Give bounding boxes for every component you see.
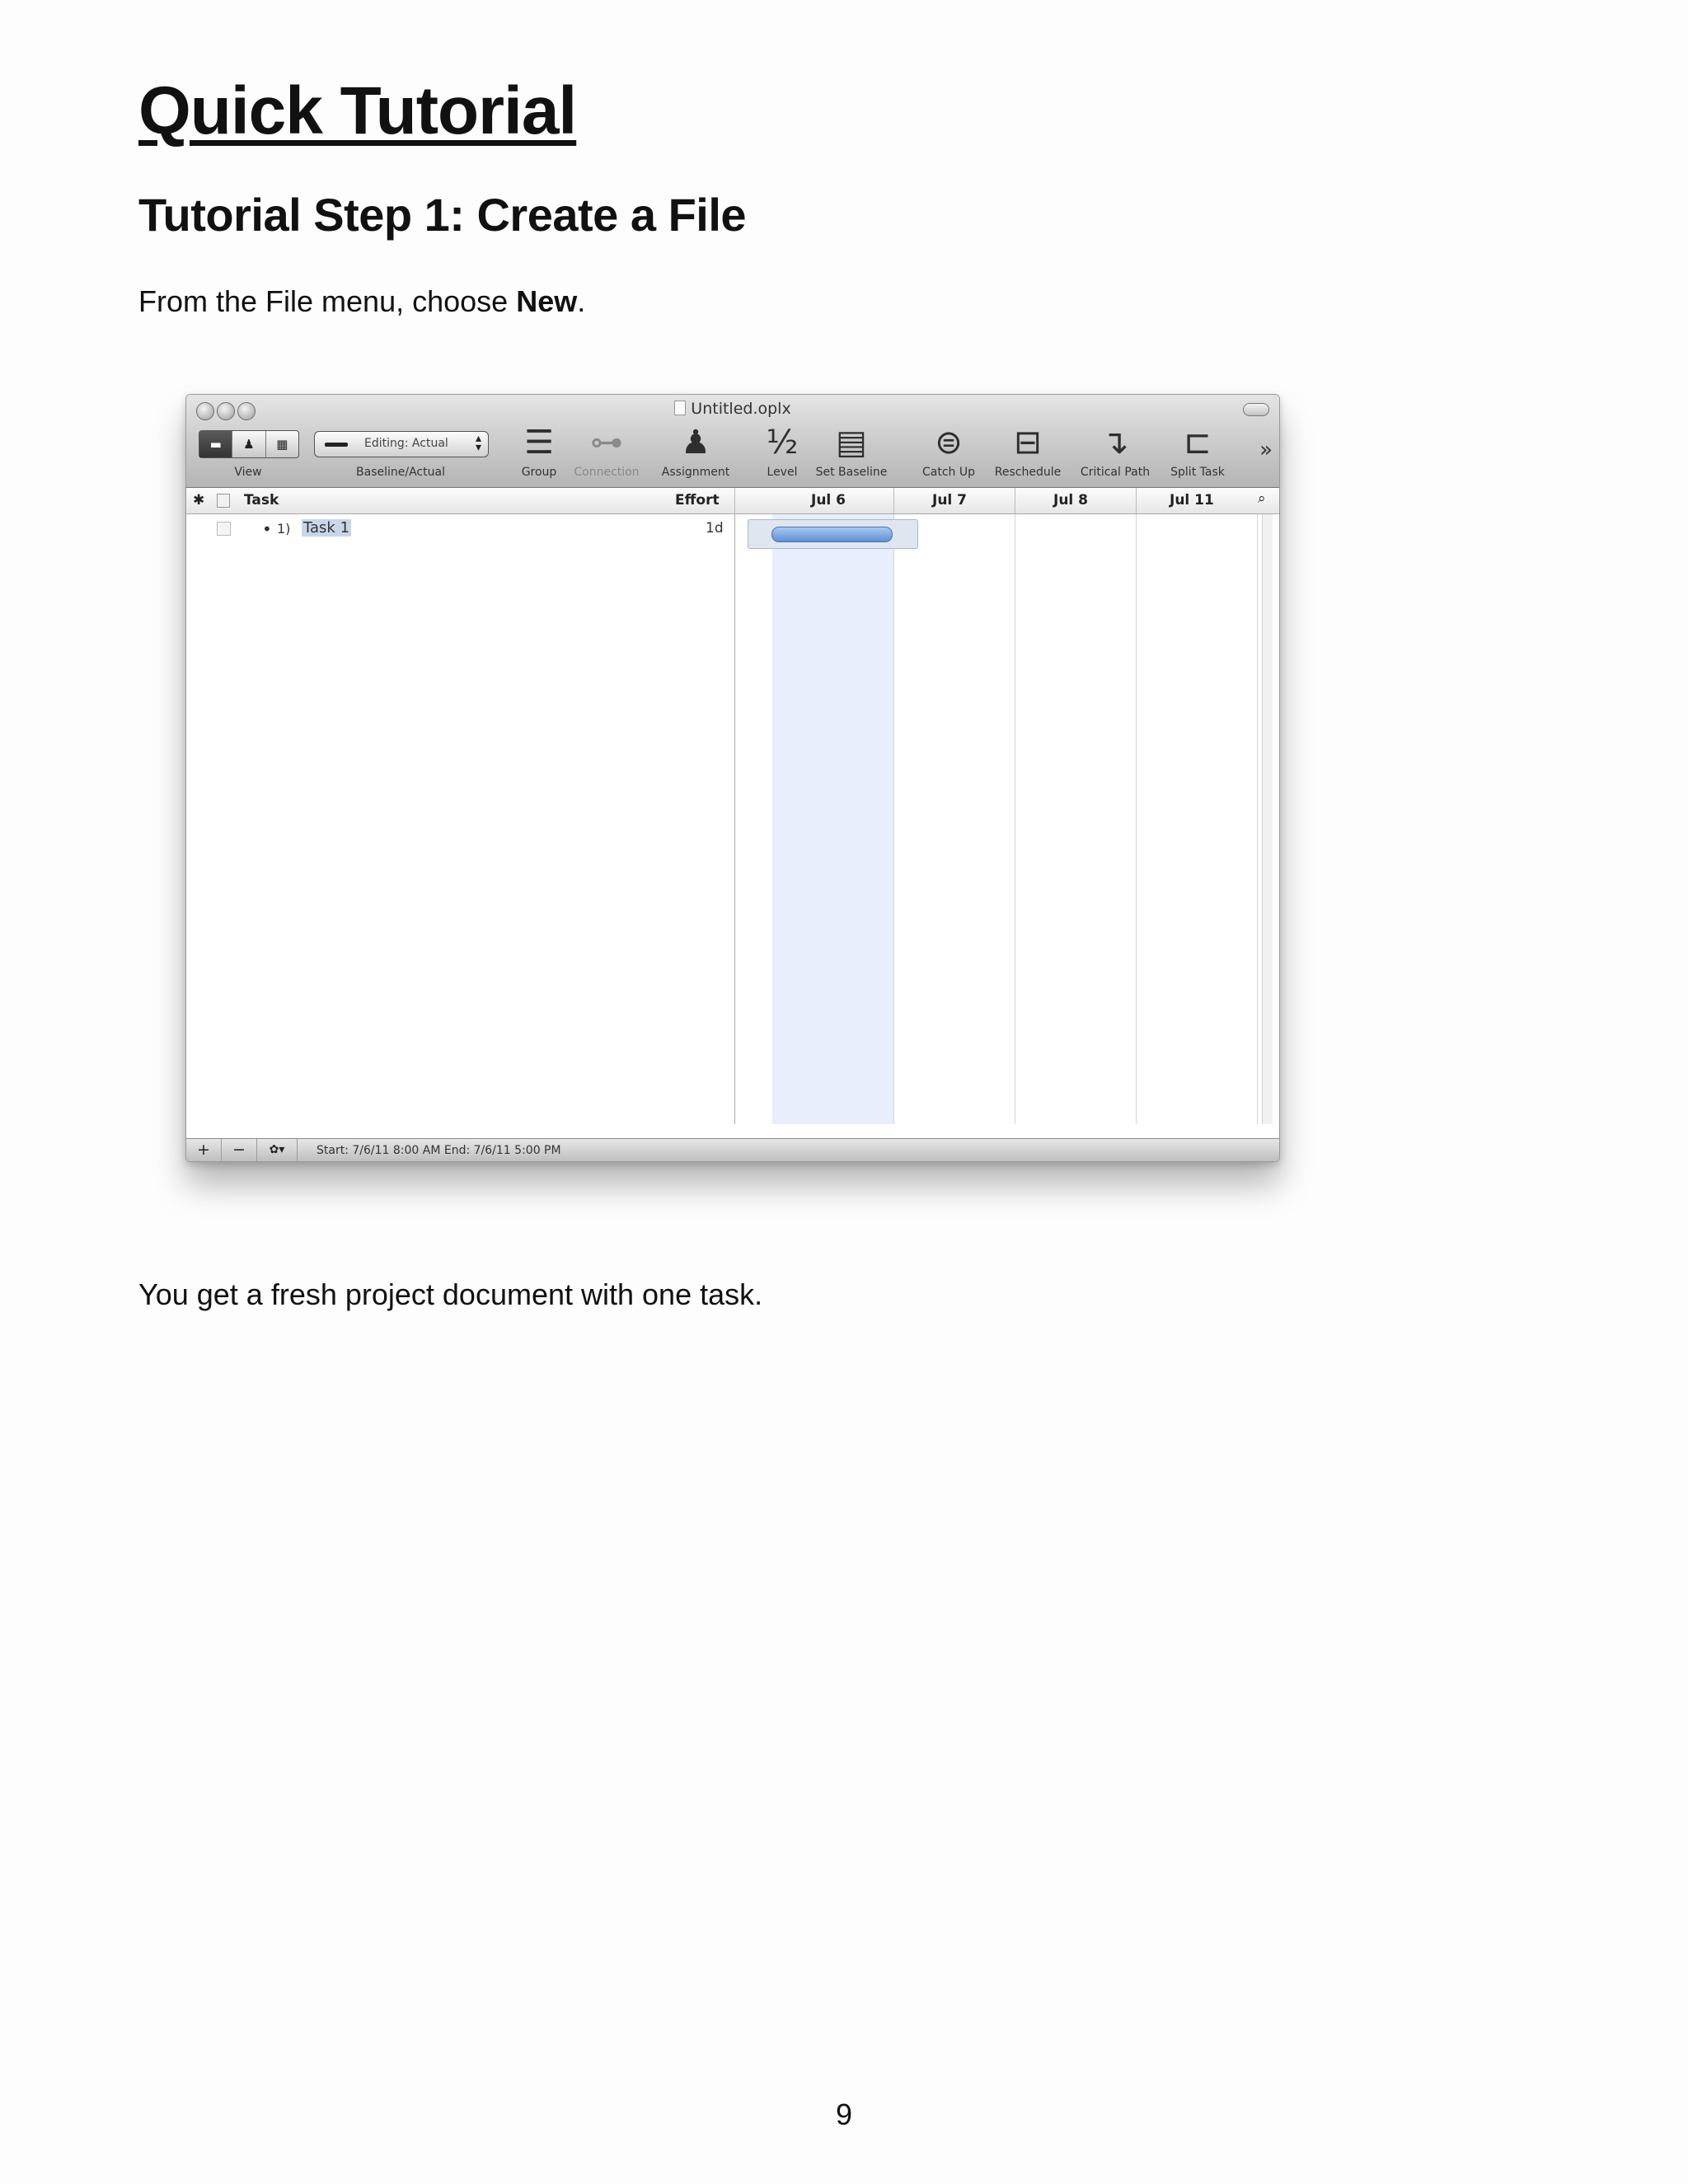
document-icon	[674, 401, 687, 415]
level-label: Level	[767, 466, 798, 479]
connection-label: Connection	[574, 466, 640, 479]
today-column-highlight	[772, 514, 893, 1124]
view-gantt-button[interactable]: ▬	[199, 431, 233, 457]
assignment-label: Assignment	[661, 466, 730, 479]
column-header-row: ✱ Task Effort Jul 6 Jul 7 Jul 8 Jul 11 ⌕	[186, 488, 1279, 514]
set-baseline-icon[interactable]: ▤	[836, 424, 867, 461]
page-number: 9	[835, 2097, 853, 2131]
connection-icon[interactable]: ⊶	[590, 424, 623, 461]
task-bullet-icon: •	[262, 519, 272, 539]
catch-up-label: Catch Up	[922, 466, 975, 479]
intro-text: From the File menu, choose	[138, 284, 517, 318]
gear-icon[interactable]: ✿▾	[257, 1139, 298, 1161]
window-title: Untitled.oplx	[186, 400, 1279, 418]
zoom-search-icon[interactable]: ⌕	[1258, 490, 1266, 507]
group-label: Group	[521, 466, 557, 479]
baseline-popup-value: Editing: Actual	[364, 437, 448, 450]
reschedule-icon[interactable]: ⊟	[1014, 424, 1042, 461]
group-icon[interactable]: ☰	[524, 424, 554, 461]
page-title: Quick Tutorial	[138, 73, 577, 148]
date-header-jul-6: Jul 6	[811, 492, 846, 509]
task-row-selection	[748, 519, 918, 549]
task-column-header[interactable]: Task	[244, 492, 279, 509]
header-checkbox-icon[interactable]	[217, 494, 230, 508]
critical-path-label: Critical Path	[1080, 466, 1151, 479]
gantt-gridline	[1257, 514, 1258, 1124]
popup-arrows-icon: ▴ ▾	[475, 432, 481, 454]
outline-pane: • 1) Task 1 1d	[186, 514, 735, 1124]
window-titlebar: Untitled.oplx ▬ ♟ ▦ View Editing: Actual…	[186, 395, 1279, 488]
toolbar-toggle-button[interactable]	[1243, 403, 1269, 416]
gantt-gridline	[893, 514, 894, 1124]
task-checkbox[interactable]	[217, 522, 231, 536]
outline-expand-icon[interactable]: ✱	[193, 492, 204, 509]
outro-paragraph: You get a fresh project document with on…	[138, 1277, 763, 1311]
add-task-button[interactable]: +	[186, 1139, 222, 1161]
document-body: • 1) Task 1 1d	[186, 514, 1279, 1124]
pane-divider	[734, 488, 735, 513]
task-effort[interactable]: 1d	[706, 520, 724, 537]
date-divider	[1136, 488, 1137, 513]
split-task-label: Split Task	[1170, 466, 1225, 479]
date-header-jul-11: Jul 11	[1170, 492, 1214, 509]
gantt-view-icon: ▬	[209, 437, 222, 452]
baseline-actual-popup[interactable]: Editing: Actual ▴ ▾	[314, 431, 489, 457]
task-gantt-bar[interactable]	[771, 527, 893, 542]
intro-period: .	[577, 284, 586, 318]
view-resource-button[interactable]: ♟	[232, 431, 266, 457]
catch-up-icon[interactable]: ⊜	[935, 424, 963, 461]
gantt-gridline	[1136, 514, 1137, 1124]
date-divider	[893, 488, 894, 513]
view-segmented-control[interactable]: ▬ ♟ ▦	[199, 430, 299, 458]
split-task-icon[interactable]: ⊏	[1184, 424, 1212, 461]
task-name-field[interactable]: Task 1	[302, 519, 352, 537]
toolbar-overflow-icon[interactable]: »	[1259, 438, 1273, 462]
resource-view-icon: ♟	[243, 437, 255, 452]
gantt-pane	[735, 514, 1273, 1124]
level-icon[interactable]: ½	[767, 424, 799, 461]
calendar-view-icon: ▦	[276, 437, 288, 452]
step-heading: Tutorial Step 1: Create a File	[138, 189, 747, 241]
remove-task-button[interactable]: −	[222, 1139, 257, 1161]
date-header-jul-8: Jul 8	[1053, 492, 1089, 509]
set-baseline-label: Set Baseline	[815, 466, 888, 479]
start-end-status: Start: 7/6/11 8:00 AM End: 7/6/11 5:00 P…	[316, 1144, 561, 1157]
window-title-text: Untitled.oplx	[691, 400, 791, 418]
reschedule-label: Reschedule	[994, 466, 1062, 479]
date-header-jul-7: Jul 7	[932, 492, 968, 509]
intro-paragraph: From the File menu, choose New.	[138, 284, 585, 319]
baseline-dash-icon	[325, 443, 348, 447]
vertical-scrollbar[interactable]	[1262, 514, 1273, 1124]
task-row[interactable]: • 1) Task 1 1d	[186, 518, 734, 542]
app-window-screenshot: Untitled.oplx ▬ ♟ ▦ View Editing: Actual…	[185, 394, 1280, 1162]
critical-path-icon[interactable]: ↴	[1101, 424, 1129, 461]
view-label: View	[234, 466, 262, 479]
assignment-icon[interactable]: ♟	[681, 424, 710, 461]
task-number: 1)	[277, 521, 291, 537]
status-bar: + − ✿▾ Start: 7/6/11 8:00 AM End: 7/6/11…	[186, 1138, 1279, 1161]
baseline-actual-label: Baseline/Actual	[356, 466, 445, 479]
view-calendar-button[interactable]: ▦	[266, 431, 298, 457]
effort-column-header[interactable]: Effort	[675, 492, 720, 509]
intro-bold-new: New	[516, 284, 578, 318]
